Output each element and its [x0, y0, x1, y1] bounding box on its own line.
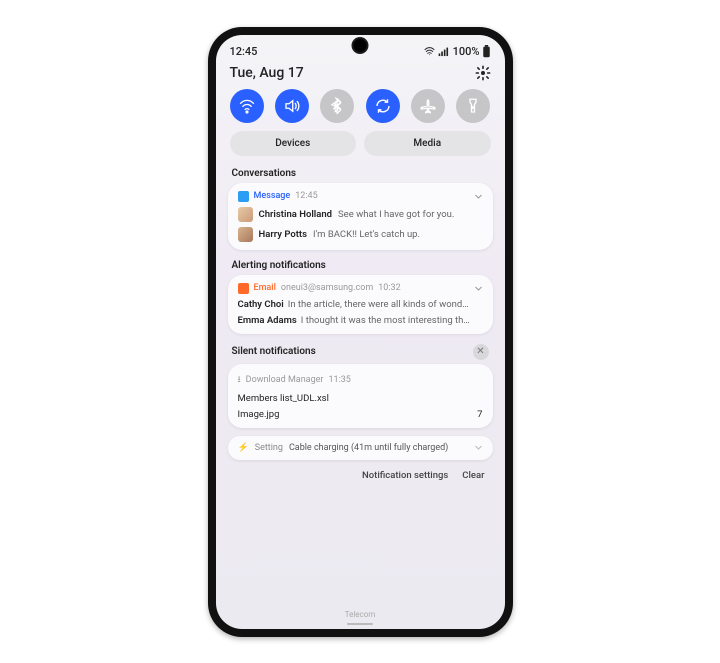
date-row: Tue, Aug 17: [216, 61, 505, 85]
message-preview: See what I have got for you.: [338, 209, 454, 220]
battery-icon: [482, 45, 491, 58]
settings-gear-icon[interactable]: [475, 65, 491, 81]
file-count: 7: [477, 409, 482, 420]
email-row[interactable]: Cathy Choi In the article, there were al…: [238, 299, 483, 310]
signal-status-icon: [438, 46, 451, 57]
quick-settings-row: [216, 85, 505, 131]
email-app-icon: [238, 283, 249, 294]
card-header: ⭳ Download Manager 11:35: [238, 372, 483, 388]
home-indicator[interactable]: [347, 623, 373, 625]
chevron-down-icon[interactable]: [474, 284, 483, 293]
message-app-icon: [238, 191, 249, 202]
download-icon: ⭳: [238, 372, 241, 388]
battery-percent: 100%: [453, 45, 480, 58]
status-time: 12:45: [230, 45, 258, 58]
conversations-card[interactable]: Message 12:45 Christina Holland See what…: [228, 183, 493, 250]
silent-card[interactable]: ⭳ Download Manager 11:35 Members list_UD…: [228, 364, 493, 428]
account-name: oneui3@samsung.com: [281, 283, 373, 293]
notif-time: 11:35: [328, 375, 350, 385]
app-name: Message: [254, 191, 291, 201]
chevron-down-icon[interactable]: [474, 192, 483, 201]
qs-bluetooth-toggle[interactable]: [320, 89, 354, 123]
card-header: Email oneui3@samsung.com 10:32: [238, 283, 483, 294]
sender-name: Harry Potts: [259, 229, 308, 240]
notif-time: 10:32: [378, 283, 400, 293]
notif-time: 12:45: [295, 191, 317, 201]
message-row[interactable]: Harry Potts I'm BACK!! Let's catch up.: [238, 227, 483, 242]
qs-wifi-toggle[interactable]: [230, 89, 264, 123]
silent-label: Silent notifications: [232, 346, 316, 357]
qs-airplane-toggle[interactable]: [411, 89, 445, 123]
app-name: Email: [254, 283, 276, 293]
charging-label: Setting: [255, 443, 283, 453]
devices-button[interactable]: Devices: [230, 131, 357, 156]
sender-name: Christina Holland: [259, 209, 333, 220]
alerting-card[interactable]: Email oneui3@samsung.com 10:32 Cathy Cho…: [228, 275, 493, 334]
close-silent-icon[interactable]: ✕: [473, 344, 489, 360]
file-name: Members list_UDL.xsl: [238, 393, 329, 404]
pill-row: Devices Media: [216, 131, 505, 166]
sender-name: Cathy Choi: [238, 299, 284, 310]
lightning-icon: ⚡: [238, 443, 249, 453]
qs-rotate-toggle[interactable]: [366, 89, 400, 123]
sender-name: Emma Adams: [238, 315, 297, 326]
clear-button[interactable]: Clear: [462, 470, 484, 481]
camera-notch: [354, 39, 367, 52]
download-row[interactable]: Image.jpg 7: [238, 409, 483, 420]
date-label: Tue, Aug 17: [230, 65, 304, 81]
carrier-label: Telecom: [216, 610, 505, 619]
status-right: 100%: [423, 45, 491, 58]
phone-frame: 12:45 100% Tue, Aug 17: [208, 27, 513, 637]
file-name: Image.jpg: [238, 409, 280, 420]
screen: 12:45 100% Tue, Aug 17: [216, 35, 505, 629]
download-row[interactable]: Members list_UDL.xsl: [238, 393, 483, 404]
qs-sound-toggle[interactable]: [275, 89, 309, 123]
alerting-label: Alerting notifications: [216, 258, 505, 275]
email-preview: In the article, there were all kinds of …: [288, 299, 483, 310]
charging-text: Cable charging (41m until fully charged): [289, 443, 448, 453]
qs-flashlight-toggle[interactable]: [456, 89, 490, 123]
media-button[interactable]: Media: [364, 131, 491, 156]
charging-card[interactable]: ⚡ Setting Cable charging (41m until full…: [228, 436, 493, 460]
avatar: [238, 227, 253, 242]
card-header: Message 12:45: [238, 191, 483, 202]
message-preview: I'm BACK!! Let's catch up.: [313, 229, 420, 240]
notification-settings-link[interactable]: Notification settings: [362, 470, 448, 481]
email-preview: I thought it was the most interesting th…: [301, 315, 483, 326]
silent-header: Silent notifications ✕: [216, 342, 505, 364]
footer-links: Notification settings Clear: [216, 466, 505, 485]
conversations-label: Conversations: [216, 166, 505, 183]
message-row[interactable]: Christina Holland See what I have got fo…: [238, 207, 483, 222]
email-row[interactable]: Emma Adams I thought it was the most int…: [238, 315, 483, 326]
app-name: Download Manager: [246, 375, 324, 385]
chevron-down-icon[interactable]: [474, 443, 483, 452]
avatar: [238, 207, 253, 222]
wifi-status-icon: [423, 46, 436, 57]
